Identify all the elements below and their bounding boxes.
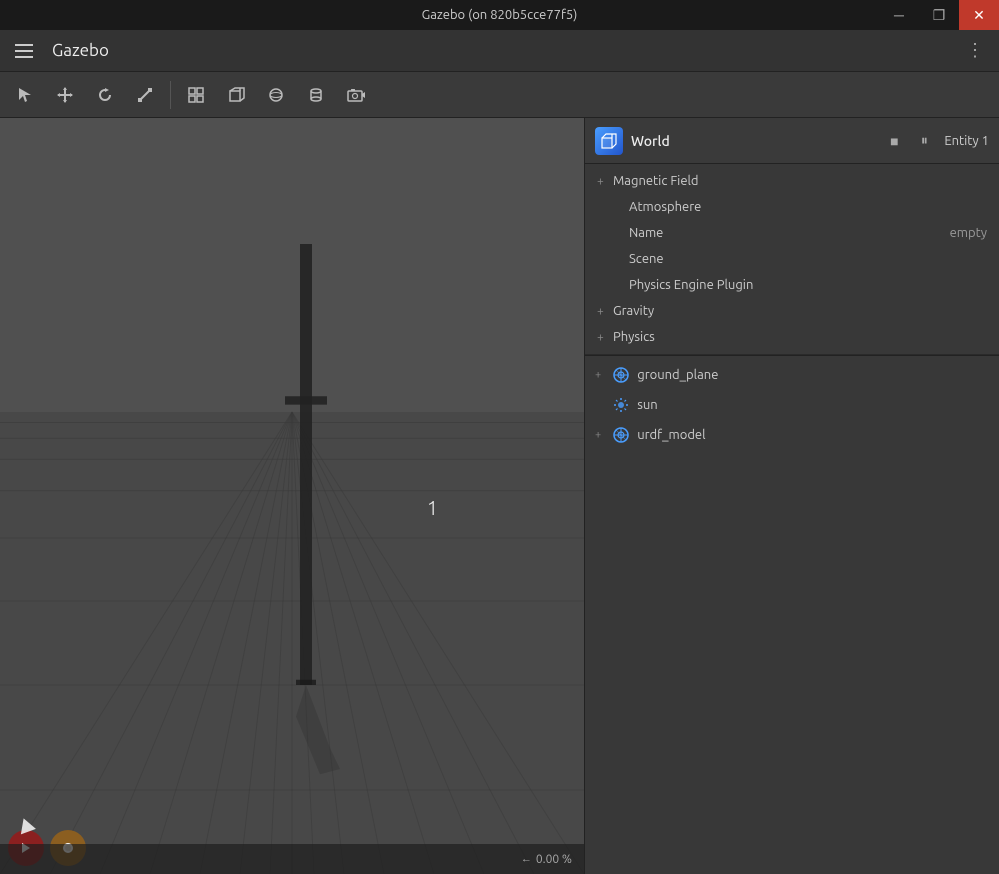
- stop-button[interactable]: ■: [882, 129, 906, 153]
- prop-magnetic-field[interactable]: + Magnetic Field: [585, 168, 999, 194]
- prop-value: empty: [950, 226, 987, 240]
- expand-icon: +: [597, 331, 607, 344]
- viewport-number: 1: [427, 496, 438, 519]
- cylinder-button[interactable]: [297, 77, 335, 113]
- entity-item-ground-plane[interactable]: + ground_plane: [585, 360, 999, 390]
- world-label: World: [631, 133, 874, 149]
- arrow-icon: ←: [521, 853, 532, 865]
- world-properties: + Magnetic Field Atmosphere Name empty S…: [585, 164, 999, 355]
- prop-gravity[interactable]: + Gravity: [585, 298, 999, 324]
- sphere-button[interactable]: [257, 77, 295, 113]
- minimize-button[interactable]: ─: [879, 0, 919, 30]
- hamburger-menu[interactable]: [8, 35, 40, 67]
- titlebar: Gazebo (on 820b5cce77f5) ─ ❐ ✕: [0, 0, 999, 30]
- model-icon: [611, 365, 631, 385]
- select-tool-button[interactable]: [6, 77, 44, 113]
- grid-button[interactable]: [177, 77, 215, 113]
- rotate-tool-button[interactable]: [86, 77, 124, 113]
- light-icon: [611, 395, 631, 415]
- prop-scene[interactable]: Scene: [585, 246, 999, 272]
- model-icon: [611, 425, 631, 445]
- window-controls: ─ ❐ ✕: [879, 0, 999, 30]
- entity-item-urdf-model[interactable]: + urdf_model: [585, 420, 999, 450]
- right-panel: World ■ ⏸ Entity 1 + Magnetic Field Atmo…: [584, 118, 999, 874]
- prop-physics-engine[interactable]: Physics Engine Plugin: [585, 272, 999, 298]
- prop-name: Physics: [613, 330, 987, 344]
- main-content: 1 ← 0.00 %: [0, 118, 999, 874]
- expand-icon: +: [597, 305, 607, 318]
- restore-button[interactable]: ❐: [919, 0, 959, 30]
- prop-name: Atmosphere: [629, 200, 987, 214]
- prop-name: Magnetic Field: [613, 174, 987, 188]
- entity-name: sun: [637, 398, 658, 412]
- prop-name-row[interactable]: Name empty: [585, 220, 999, 246]
- 3d-viewport[interactable]: 1 ← 0.00 %: [0, 118, 584, 874]
- hamburger-line2: [15, 50, 33, 52]
- prop-name: Gravity: [613, 304, 987, 318]
- hamburger-line3: [15, 56, 33, 58]
- entity-name: ground_plane: [637, 368, 718, 382]
- app-title: Gazebo: [52, 41, 959, 60]
- expand-icon: +: [595, 399, 601, 411]
- expand-icon: +: [597, 175, 607, 188]
- menubar: Gazebo ⋮: [0, 30, 999, 72]
- prop-name: Name: [629, 226, 950, 240]
- more-options-button[interactable]: ⋮: [959, 35, 991, 67]
- expand-icon: +: [595, 369, 601, 381]
- toolbar: [0, 72, 999, 118]
- viewport-statusbar: ← 0.00 %: [0, 844, 584, 874]
- entity-list: + ground_plane +: [585, 356, 999, 874]
- zoom-label: 0.00 %: [536, 853, 572, 866]
- header-controls: ■ ⏸: [882, 129, 936, 153]
- world-cube-icon: [595, 127, 623, 155]
- toolbar-separator-1: [170, 81, 171, 109]
- scale-tool-button[interactable]: [126, 77, 164, 113]
- entity-item-sun[interactable]: + sun: [585, 390, 999, 420]
- camera-button[interactable]: [337, 77, 375, 113]
- entity-name: urdf_model: [637, 428, 705, 442]
- window-title: Gazebo (on 820b5cce77f5): [422, 8, 578, 22]
- prop-name: Scene: [629, 252, 987, 266]
- expand-icon: +: [595, 429, 601, 441]
- close-button[interactable]: ✕: [959, 0, 999, 30]
- prop-atmosphere[interactable]: Atmosphere: [585, 194, 999, 220]
- box-button[interactable]: [217, 77, 255, 113]
- entity-header: World ■ ⏸ Entity 1: [585, 118, 999, 164]
- pause-button[interactable]: ⏸: [912, 129, 936, 153]
- prop-physics[interactable]: + Physics: [585, 324, 999, 350]
- scene-view: [0, 118, 584, 874]
- hamburger-line1: [15, 44, 33, 46]
- prop-name: Physics Engine Plugin: [629, 278, 987, 292]
- translate-tool-button[interactable]: [46, 77, 84, 113]
- entity-label: Entity 1: [944, 134, 989, 148]
